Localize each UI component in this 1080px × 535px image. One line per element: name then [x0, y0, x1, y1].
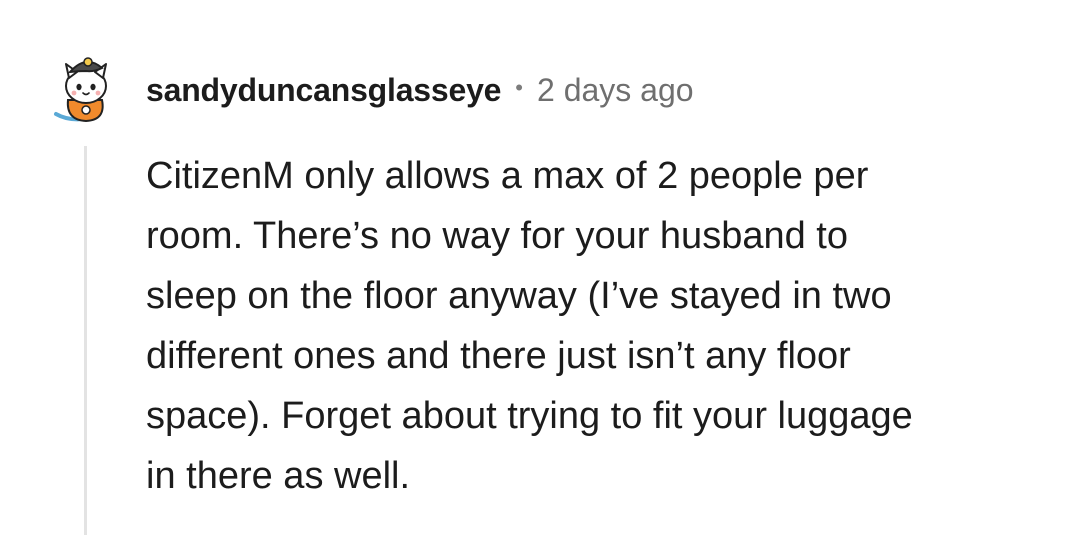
timestamp-link[interactable]: 2 days ago — [537, 72, 694, 109]
comment-body-line: space). Forget about trying to fit your … — [146, 395, 913, 437]
comment-body-line: different ones and there just isn’t any … — [146, 335, 851, 377]
meta-separator: • — [515, 75, 523, 100]
thread-collapse-line[interactable] — [84, 146, 87, 535]
comment-body-line: room. There’s no way for your husband to — [146, 215, 848, 257]
cat-avatar-icon — [54, 57, 107, 123]
comment-header: sandyduncansglasseye • 2 days ago — [146, 68, 694, 112]
comment-body-line: in there as well. — [146, 455, 411, 497]
comment-body-line: CitizenM only allows a max of 2 people p… — [146, 155, 869, 197]
username-link[interactable]: sandyduncansglasseye — [146, 72, 501, 109]
avatar[interactable] — [50, 50, 122, 130]
comment-body: CitizenM only allows a max of 2 people p… — [146, 146, 1046, 506]
comment-body-line: sleep on the floor anyway (I’ve stayed i… — [146, 275, 892, 317]
comment: sandyduncansglasseye • 2 days ago Citize… — [0, 0, 1080, 535]
